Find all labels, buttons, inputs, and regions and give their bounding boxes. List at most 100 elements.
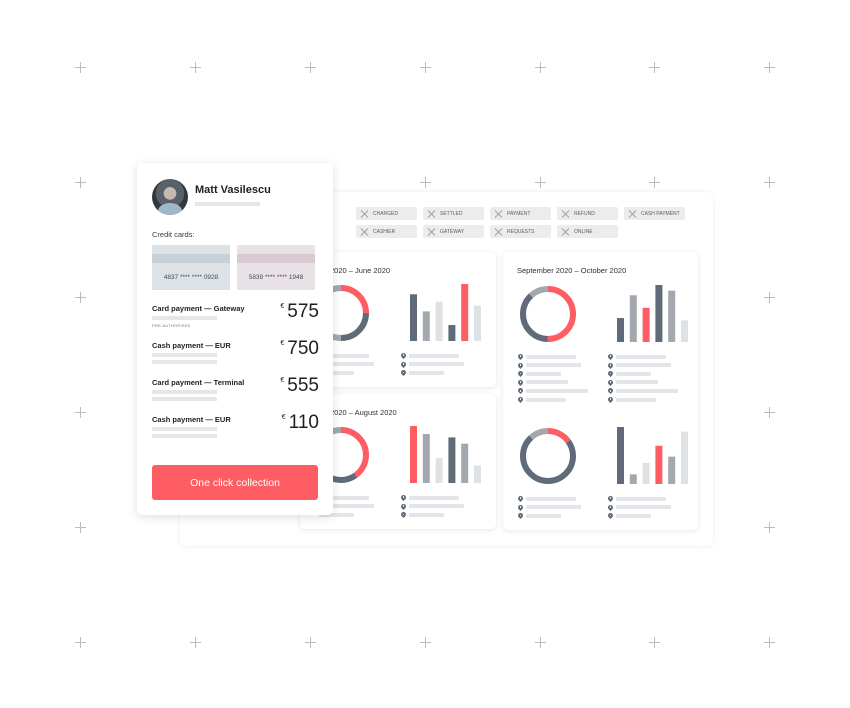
credit-card[interactable]: 4837 **** **** 0928 <box>152 245 230 290</box>
filter-chip-label: PAYMENT <box>507 210 531 217</box>
location-pin-icon <box>518 397 523 403</box>
bar <box>617 427 624 484</box>
close-icon[interactable] <box>494 210 502 218</box>
grid-plus-icon <box>420 62 431 73</box>
location-pin-icon <box>608 397 613 403</box>
bar <box>474 465 481 483</box>
location-pin-icon <box>518 496 523 502</box>
location-pin-icon <box>401 495 406 501</box>
filter-chip[interactable]: GATEWAY <box>423 225 484 238</box>
filter-chip[interactable]: CASHIER <box>356 225 417 238</box>
grid-plus-icon <box>764 292 775 303</box>
legend-placeholder-line <box>409 495 459 500</box>
filter-chip[interactable]: PAYMENT <box>490 207 551 220</box>
close-icon[interactable] <box>561 210 569 218</box>
bar-chart <box>617 285 688 342</box>
customer-card: Matt Vasilescu Credit cards: 4837 **** *… <box>137 163 333 515</box>
grid-plus-icon <box>75 637 86 648</box>
grid-plus-icon <box>75 292 86 303</box>
legend-placeholder-line <box>409 512 444 517</box>
panel-title: 2020 – August 2020 <box>330 408 397 417</box>
amount-value: 110 <box>288 412 319 433</box>
legend-placeholder-line <box>409 504 464 509</box>
grid-plus-icon <box>75 522 86 533</box>
location-pin-icon <box>401 512 406 518</box>
legend-placeholder-line <box>526 505 581 510</box>
bar <box>629 295 637 342</box>
bar <box>461 284 469 341</box>
placeholder-line <box>152 316 217 320</box>
legend-placeholder-line <box>616 505 671 510</box>
filter-chip-label: CHARGED <box>373 210 399 217</box>
bar <box>448 325 456 341</box>
location-pin-icon <box>608 380 613 386</box>
legend-placeholder-line <box>616 388 678 393</box>
placeholder-line <box>152 427 217 431</box>
legend-placeholder-line <box>409 362 464 367</box>
bar <box>422 311 430 341</box>
location-pin-icon <box>401 353 406 359</box>
payment-amount: €555 <box>280 375 319 397</box>
placeholder-line <box>152 360 217 364</box>
customer-name: Matt Vasilescu <box>195 184 271 196</box>
close-icon[interactable] <box>360 210 368 218</box>
location-pin-icon <box>608 354 613 360</box>
close-icon[interactable] <box>561 228 569 236</box>
grid-plus-icon <box>535 177 546 188</box>
bar <box>681 431 688 484</box>
credit-card[interactable]: 5839 **** **** 1948 <box>237 245 315 290</box>
legend-placeholder-line <box>616 354 666 359</box>
filter-chip[interactable]: CASH PAYMENT <box>624 207 685 220</box>
filter-chip[interactable]: SETTLED <box>423 207 484 220</box>
grid-plus-icon <box>190 62 201 73</box>
filter-chip[interactable]: CHARGED <box>356 207 417 220</box>
legend-placeholder-line <box>526 371 561 376</box>
filter-chip[interactable]: REFUND <box>557 207 618 220</box>
location-pin-icon <box>401 370 406 376</box>
bar <box>655 445 663 484</box>
bar <box>474 305 481 341</box>
location-pin-icon <box>518 513 523 519</box>
card-stripe <box>237 254 315 263</box>
currency-symbol: € <box>281 414 286 421</box>
location-pin-icon <box>518 363 523 369</box>
legend-placeholder-line <box>616 380 658 385</box>
legend-placeholder-line <box>409 353 459 358</box>
location-pin-icon <box>608 505 613 511</box>
grid-plus-icon <box>764 522 775 533</box>
bar <box>642 462 650 484</box>
bar-chart <box>410 284 481 341</box>
grid-plus-icon <box>535 637 546 648</box>
grid-plus-icon <box>764 62 775 73</box>
placeholder-line <box>152 434 217 438</box>
grid-plus-icon <box>764 407 775 418</box>
payment-amount: €750 <box>280 338 319 360</box>
legend-placeholder-line <box>526 388 588 393</box>
close-icon[interactable] <box>628 210 636 218</box>
filter-chip-label: CASH PAYMENT <box>641 210 680 217</box>
placeholder-line <box>152 353 217 357</box>
filter-chip[interactable]: ONLINE <box>557 225 618 238</box>
close-icon[interactable] <box>427 228 435 236</box>
card-stripe <box>152 254 230 263</box>
customer-subtitle-placeholder <box>195 202 260 206</box>
location-pin-icon <box>608 363 613 369</box>
bar-chart <box>410 426 481 483</box>
close-icon[interactable] <box>494 228 502 236</box>
grid-plus-icon <box>75 62 86 73</box>
close-icon[interactable] <box>427 210 435 218</box>
grid-plus-icon <box>75 407 86 418</box>
legend-placeholder-line <box>616 371 651 376</box>
legend-placeholder-line <box>616 397 656 402</box>
one-click-collection-button[interactable]: One click collection <box>152 465 318 500</box>
grid-plus-icon <box>305 637 316 648</box>
bar <box>668 456 676 484</box>
avatar <box>152 179 188 215</box>
location-pin-icon <box>608 371 613 377</box>
grid-plus-icon <box>420 637 431 648</box>
close-icon[interactable] <box>360 228 368 236</box>
grid-plus-icon <box>305 62 316 73</box>
filter-chip[interactable]: REQUESTS <box>490 225 551 238</box>
legend-placeholder-line <box>409 370 444 375</box>
location-pin-icon <box>518 354 523 360</box>
